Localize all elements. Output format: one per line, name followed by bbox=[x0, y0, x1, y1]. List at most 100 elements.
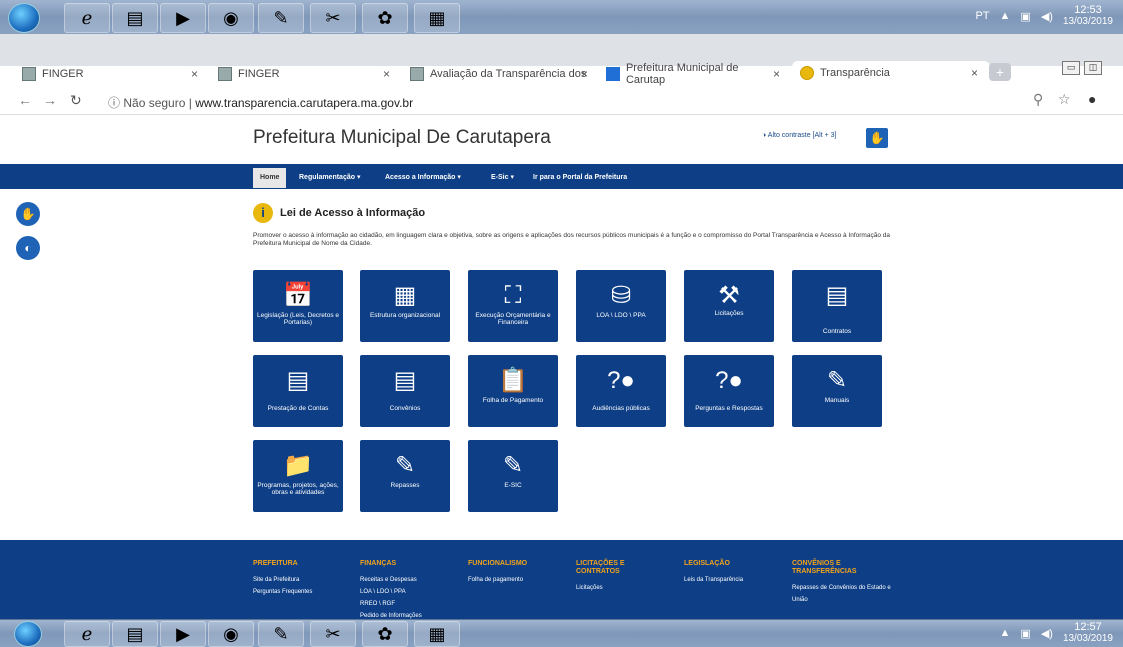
clock[interactable]: 12:57 13/03/2019 bbox=[1063, 621, 1113, 645]
clock-date: 13/03/2019 bbox=[1062, 633, 1113, 644]
footer-link[interactable]: Folha de pagamento bbox=[468, 574, 563, 586]
forward-icon[interactable]: → bbox=[43, 92, 57, 108]
tray-arrow-icon[interactable]: ▲ bbox=[1000, 627, 1011, 639]
browser-tab[interactable]: Prefeitura Municipal de Carutap × bbox=[606, 62, 780, 86]
nav-esic[interactable]: E-Sic ▾ bbox=[491, 169, 514, 187]
footer-link[interactable]: Perguntas Frequentes bbox=[253, 586, 343, 598]
tile-folha[interactable]: 📋 Folha de Pagamento bbox=[468, 355, 558, 427]
browser-tab-active[interactable]: Transparência × bbox=[792, 61, 990, 85]
zoom-icon[interactable]: ⚲ bbox=[1033, 91, 1043, 108]
footer-heading: PREFEITURA bbox=[253, 560, 298, 567]
accessibility-hand-icon[interactable]: ✋ bbox=[16, 202, 40, 226]
maximize-button[interactable]: ◫ bbox=[1084, 61, 1102, 75]
start-button[interactable] bbox=[14, 621, 42, 647]
back-icon[interactable]: ← bbox=[18, 92, 32, 108]
minimize-button[interactable]: ▭ bbox=[1062, 61, 1080, 75]
calculator-icon[interactable]: ▦ bbox=[414, 3, 460, 33]
explorer-icon[interactable]: ▤ bbox=[112, 3, 158, 33]
explorer-icon[interactable]: ▤ bbox=[112, 621, 158, 647]
footer-column-legislacao: LEGISLAÇÃO Leis da Transparência bbox=[684, 560, 774, 586]
tile-label: Execução Orçamentária e Financeira bbox=[475, 312, 551, 326]
tab-close-icon[interactable]: × bbox=[773, 67, 780, 81]
ie-icon[interactable]: ℯ bbox=[64, 621, 110, 647]
tile-estrutura[interactable]: ▦ Estrutura organizacional bbox=[360, 270, 450, 342]
tile-loa[interactable]: ⛁ LOA \ LDO \ PPA bbox=[576, 270, 666, 342]
language-indicator[interactable]: PT bbox=[975, 10, 989, 22]
browser-tab[interactable]: FINGER × bbox=[22, 62, 198, 86]
tray-arrow-icon[interactable]: ▲ bbox=[1000, 10, 1011, 22]
tile-perguntas[interactable]: ?● Perguntas e Respostas bbox=[684, 355, 774, 427]
network-icon[interactable]: ▣ bbox=[1020, 627, 1030, 640]
tab-close-icon[interactable]: × bbox=[971, 66, 978, 80]
tile-repasses[interactable]: ✎ Repasses bbox=[360, 440, 450, 512]
tile-execucao[interactable]: ⛶ Execução Orçamentária e Financeira bbox=[468, 270, 558, 342]
info-icon[interactable]: ⓘ bbox=[108, 96, 120, 110]
tile-label: Contratos bbox=[822, 328, 852, 335]
coins-icon: ⛁ bbox=[610, 282, 632, 309]
footer-link[interactable]: Repasses de Convênios do Estado e União bbox=[792, 582, 892, 606]
tile-programas[interactable]: 📁 Programas, projetos, ações, obras e at… bbox=[253, 440, 343, 512]
clock[interactable]: 12:53 13/03/2019 bbox=[1063, 4, 1113, 28]
nav-home[interactable]: Home bbox=[253, 168, 287, 188]
calendar-icon: 📅 bbox=[283, 282, 313, 309]
footer-link[interactable]: Site da Prefeitura bbox=[253, 574, 343, 586]
profile-icon[interactable]: ● bbox=[1088, 91, 1096, 107]
tab-close-icon[interactable]: × bbox=[191, 67, 198, 81]
start-button[interactable] bbox=[8, 3, 40, 33]
network-icon[interactable]: ▣ bbox=[1020, 10, 1030, 23]
footer-link[interactable]: Licitações bbox=[576, 582, 656, 594]
volume-icon[interactable]: ◀) bbox=[1041, 10, 1053, 23]
tile-manuais[interactable]: ✎ Manuais bbox=[792, 355, 882, 427]
tile-esic[interactable]: ✎ E-SIC bbox=[468, 440, 558, 512]
calculator-icon[interactable]: ▦ bbox=[414, 621, 460, 647]
paint-icon[interactable]: ✎ bbox=[258, 621, 304, 647]
site-footer: PREFEITURA Site da Prefeitura Perguntas … bbox=[0, 540, 1123, 619]
ie-icon[interactable]: ℯ bbox=[64, 3, 110, 33]
site-title: Prefeitura Municipal De Carutapera bbox=[253, 127, 551, 148]
clock-date: 13/03/2019 bbox=[1062, 16, 1113, 27]
tile-prestacao[interactable]: ▤ Prestação de Contas bbox=[253, 355, 343, 427]
chrome-icon[interactable]: ◉ bbox=[208, 3, 254, 33]
volume-icon[interactable]: ◀) bbox=[1041, 627, 1053, 640]
snipping-tool-icon[interactable]: ✂ bbox=[310, 3, 356, 33]
vlibras-hand-icon[interactable]: ✋ bbox=[866, 128, 888, 148]
tab-label: Avaliação da Transparência dos bbox=[430, 68, 587, 80]
browser-tab[interactable]: Avaliação da Transparência dos × bbox=[410, 62, 588, 86]
media-player-icon[interactable]: ▶ bbox=[160, 621, 206, 647]
question-person-icon: ?● bbox=[607, 367, 635, 394]
game-icon[interactable]: ✿ bbox=[362, 621, 408, 647]
nav-acesso-informacao[interactable]: Acesso a Informação ▾ bbox=[385, 169, 461, 187]
media-player-icon[interactable]: ▶ bbox=[160, 3, 206, 33]
edit-icon: ✎ bbox=[394, 452, 416, 479]
tile-label: Perguntas e Respostas bbox=[695, 405, 763, 412]
presentation-icon: ⛶ bbox=[504, 282, 522, 309]
contrast-icon[interactable]: ◐ bbox=[16, 236, 40, 260]
footer-link[interactable]: Leis da Transparência bbox=[684, 574, 774, 586]
reload-icon[interactable]: ↻ bbox=[70, 92, 82, 109]
bookmark-star-icon[interactable]: ☆ bbox=[1058, 91, 1071, 108]
tile-contratos[interactable]: ▤ Contratos bbox=[792, 270, 882, 342]
snipping-tool-icon[interactable]: ✂ bbox=[310, 621, 356, 647]
tab-close-icon[interactable]: × bbox=[581, 67, 588, 81]
tile-legislacao[interactable]: 📅 Legislação (Leis, Decretos e Portarias… bbox=[253, 270, 343, 342]
nav-regulamentacao[interactable]: Regulamentação ▾ bbox=[299, 169, 360, 187]
tile-licitacoes[interactable]: ⚒ Licitações bbox=[684, 270, 774, 342]
paint-icon[interactable]: ✎ bbox=[258, 3, 304, 33]
clipboard-icon: 📋 bbox=[498, 367, 528, 394]
game-icon[interactable]: ✿ bbox=[362, 3, 408, 33]
footer-link[interactable]: Receitas e Despesas bbox=[360, 574, 455, 586]
nav-portal-prefeitura[interactable]: Ir para o Portal da Prefeitura bbox=[533, 169, 627, 187]
tile-convenios[interactable]: ▤ Convênios bbox=[360, 355, 450, 427]
tab-label: FINGER bbox=[42, 68, 84, 80]
tile-audiencias[interactable]: ?● Audiências públicas bbox=[576, 355, 666, 427]
chrome-icon[interactable]: ◉ bbox=[208, 621, 254, 647]
high-contrast-link[interactable]: ◑ Alto contraste [Alt + 3] bbox=[762, 132, 836, 139]
tab-close-icon[interactable]: × bbox=[383, 67, 390, 81]
url-field[interactable]: ⓘ Não seguro | www.transparencia.carutap… bbox=[108, 94, 413, 111]
footer-link[interactable]: LOA \ LDO \ PPA bbox=[360, 586, 455, 598]
new-tab-button[interactable]: + bbox=[989, 63, 1011, 81]
footer-heading: CONVÊNIOS E TRANSFERÊNCIAS bbox=[792, 560, 857, 575]
browser-tab[interactable]: FINGER × bbox=[218, 62, 390, 86]
footer-link[interactable]: RREO \ RGF bbox=[360, 598, 455, 610]
tab-favicon-icon bbox=[22, 67, 36, 81]
